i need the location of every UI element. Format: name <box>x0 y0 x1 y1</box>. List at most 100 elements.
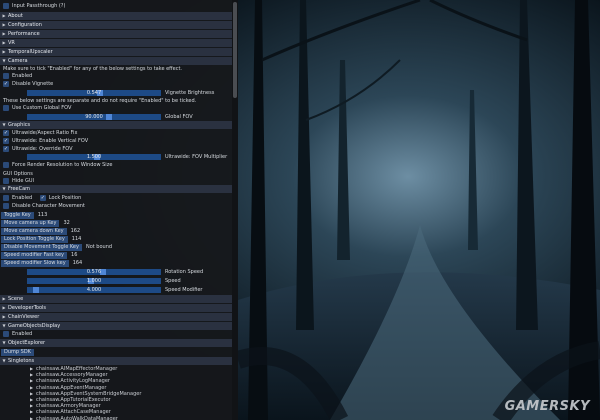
expanded-arrow-icon: ▼ <box>2 340 6 345</box>
fov-multiplier-value: 1.500 <box>86 154 102 160</box>
aspect-fix-checkbox[interactable]: ✓ <box>3 130 9 136</box>
fov-multiplier-slider[interactable]: 1.500 <box>27 154 161 160</box>
collapsed-arrow-icon: ▶ <box>2 305 6 310</box>
game-objects-enabled-item[interactable]: Enabled <box>0 330 232 338</box>
freecam-enabled-checkbox[interactable] <box>3 195 9 201</box>
collapsed-arrow-icon: ▶ <box>2 13 6 18</box>
force-render-checkbox[interactable] <box>3 162 9 168</box>
lock-toggle-key-button[interactable]: Lock Position Toggle Key <box>1 236 68 243</box>
camera-enabled-item[interactable]: Enabled <box>0 72 232 80</box>
disable-movement-checkbox[interactable] <box>3 203 9 209</box>
disable-toggle-key-row: Disable Movement Toggle Key Not bound <box>0 243 232 251</box>
aspect-fix-label: Ultrawide/Aspect Ratio Fix <box>12 130 78 136</box>
disable-toggle-key-button[interactable]: Disable Movement Toggle Key <box>1 244 82 251</box>
fov-multiplier-row: 1.500 Ultrawide: FOV Multiplier <box>0 153 232 161</box>
game-objects-enabled-label: Enabled <box>12 331 33 337</box>
override-fov-checkbox[interactable]: ✓ <box>3 146 9 152</box>
section-chain-viewer[interactable]: ▶ ChainViewer <box>0 313 232 321</box>
scrollbar-thumb[interactable] <box>233 2 237 98</box>
move-up-key-button[interactable]: Move camera up Key <box>1 220 60 227</box>
section-game-objects-label: GameObjectsDisplay <box>8 323 61 329</box>
aspect-fix-item[interactable]: ✓ Ultrawide/Aspect Ratio Fix <box>0 129 232 137</box>
disable-movement-item[interactable]: Disable Character Movement <box>0 202 232 210</box>
hide-gui-item[interactable]: Hide GUI <box>0 177 232 185</box>
section-scene-label: Scene <box>8 296 24 302</box>
vertical-fov-checkbox[interactable]: ✓ <box>3 138 9 144</box>
fast-key-value: 16 <box>71 252 78 258</box>
disable-vignette-checkbox[interactable]: ✓ <box>3 81 9 87</box>
section-singletons-label: Singletons <box>8 358 35 364</box>
speed-modifier-slider[interactable]: 4.000 <box>27 287 161 293</box>
slow-key-button[interactable]: Speed modifier Slow key <box>1 260 69 267</box>
panel-scrollbar[interactable] <box>232 0 238 420</box>
section-camera[interactable]: ▼ Camera <box>0 57 232 65</box>
vignette-brightness-label: Vignette Brightness <box>165 90 215 96</box>
section-singletons[interactable]: ▼ Singletons <box>0 357 232 365</box>
game-objects-enabled-checkbox[interactable] <box>3 331 9 337</box>
singleton-item[interactable]: ▶ chainsaw.AutoWalkDataManager <box>0 415 232 420</box>
slow-key-value: 164 <box>72 260 83 266</box>
vertical-fov-item[interactable]: ✓ Ultrawide: Enable Vertical FOV <box>0 137 232 145</box>
section-configuration-label: Configuration <box>8 22 42 28</box>
custom-fov-label: Use Custom Global FOV <box>12 105 72 111</box>
speed-modifier-row: 4.000 Speed Modifier <box>0 286 232 294</box>
section-freecam[interactable]: ▼ FreeCam <box>0 185 232 193</box>
camera-enabled-label: Enabled <box>12 73 33 79</box>
custom-fov-checkbox[interactable] <box>3 105 9 111</box>
move-up-key-value: 32 <box>63 220 70 226</box>
fast-key-row: Speed modifier Fast key 16 <box>0 251 232 259</box>
section-graphics-label: Graphics <box>8 122 31 128</box>
dump-sdk-row: Dump SDK <box>0 348 232 356</box>
vignette-brightness-slider[interactable]: 0.547 <box>27 90 161 96</box>
section-temporal-upscaler[interactable]: ▶ TemporalUpscaler <box>0 48 232 56</box>
dump-sdk-button[interactable]: Dump SDK <box>1 349 34 356</box>
vignette-brightness-row: 0.547 Vignette Brightness <box>0 89 232 97</box>
speed-value: 1.000 <box>86 278 102 284</box>
fast-key-button[interactable]: Speed modifier Fast key <box>1 252 68 259</box>
global-fov-slider[interactable]: 90.000 <box>27 114 161 120</box>
input-passthrough-checkbox[interactable] <box>3 3 9 9</box>
slow-key-row: Speed modifier Slow key 164 <box>0 259 232 267</box>
section-object-explorer[interactable]: ▼ ObjectExplorer <box>0 339 232 347</box>
freecam-enabled-row: Enabled ✓ Lock Position <box>0 194 232 202</box>
custom-fov-item[interactable]: Use Custom Global FOV <box>0 104 232 112</box>
section-temporal-upscaler-label: TemporalUpscaler <box>8 49 53 55</box>
force-render-label: Force Render Resolution to Window Size <box>12 162 113 168</box>
override-fov-item[interactable]: ✓ Ultrawide: Override FOV <box>0 145 232 153</box>
disable-movement-label: Disable Character Movement <box>12 203 85 209</box>
toggle-key-button[interactable]: Toggle Key <box>1 212 34 219</box>
rotation-speed-slider[interactable]: 0.576 <box>27 269 161 275</box>
section-graphics[interactable]: ▼ Graphics <box>0 121 232 129</box>
override-fov-label: Ultrawide: Override FOV <box>12 146 73 152</box>
camera-enabled-checkbox[interactable] <box>3 73 9 79</box>
move-down-key-button[interactable]: Move camera down Key <box>1 228 67 235</box>
disable-vignette-item[interactable]: ✓ Disable Vignette <box>0 80 232 88</box>
expanded-arrow-icon: ▼ <box>2 58 6 63</box>
section-developer-tools[interactable]: ▶ DeveloperTools <box>0 304 232 312</box>
section-performance-label: Performance <box>8 31 40 37</box>
section-game-objects-display[interactable]: ▼ GameObjectsDisplay <box>0 322 232 330</box>
section-camera-label: Camera <box>8 58 28 64</box>
speed-modifier-label: Speed Modifier <box>165 287 203 293</box>
speed-row: 1.000 Speed <box>0 277 232 285</box>
section-vr-label: VR <box>8 40 15 46</box>
input-passthrough-item[interactable]: Input Passthrough (?) <box>0 2 232 10</box>
collapsed-arrow-icon: ▶ <box>2 31 6 36</box>
speed-slider[interactable]: 1.000 <box>27 278 161 284</box>
collapsed-arrow-icon: ▶ <box>2 314 6 319</box>
hide-gui-checkbox[interactable] <box>3 178 9 184</box>
force-render-item[interactable]: Force Render Resolution to Window Size <box>0 161 232 169</box>
lock-toggle-key-row: Lock Position Toggle Key 114 <box>0 235 232 243</box>
rotation-speed-row: 0.576 Rotation Speed <box>0 268 232 276</box>
section-chain-viewer-label: ChainViewer <box>8 314 40 320</box>
lock-position-label: Lock Position <box>48 195 82 201</box>
lock-position-checkbox[interactable]: ✓ <box>39 195 46 201</box>
section-scene[interactable]: ▶ Scene <box>0 295 232 303</box>
section-performance[interactable]: ▶ Performance <box>0 30 232 38</box>
mod-menu-panel: Input Passthrough (?) ▶ About ▶ Configurat… <box>0 0 232 420</box>
section-configuration[interactable]: ▶ Configuration <box>0 21 232 29</box>
section-about[interactable]: ▶ About <box>0 12 232 20</box>
rotation-speed-value: 0.576 <box>86 269 102 275</box>
section-vr[interactable]: ▶ VR <box>0 39 232 47</box>
move-up-key-row: Move camera up Key 32 <box>0 219 232 227</box>
